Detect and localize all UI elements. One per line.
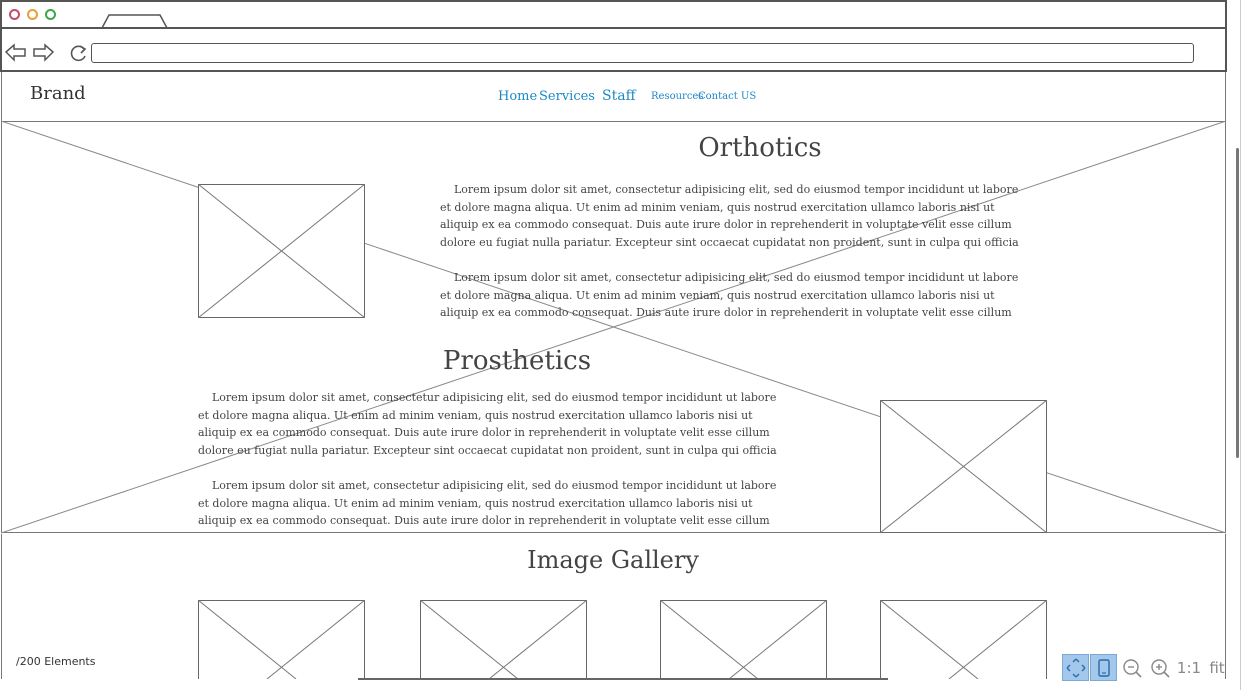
browser-titlebar xyxy=(0,0,1227,28)
expand-icon[interactable] xyxy=(1062,654,1089,681)
prosthetics-image-placeholder xyxy=(880,400,1047,534)
gallery-image-4 xyxy=(880,600,1047,679)
prosthetics-title: Prosthetics xyxy=(442,346,592,376)
chrome-left-edge xyxy=(0,27,2,71)
device-icon[interactable] xyxy=(1090,654,1117,681)
orthotics-paragraph-2: Lorem ipsum dolor sit amet, consectetur … xyxy=(440,271,1019,319)
prosthetics-paragraph-2: Lorem ipsum dolor sit amet, consectetur … xyxy=(198,479,777,527)
prosthetics-paragraph-1: Lorem ipsum dolor sit amet, consectetur … xyxy=(198,391,777,457)
status-strip xyxy=(0,679,1248,695)
orthotics-paragraph-1: Lorem ipsum dolor sit amet, consectetur … xyxy=(440,183,1019,249)
forward-arrow-icon[interactable] xyxy=(32,43,54,62)
panel-divider xyxy=(1240,0,1241,690)
reload-icon[interactable] xyxy=(69,43,89,63)
nav-link-home[interactable]: Home xyxy=(498,89,537,104)
minimize-window-icon[interactable] xyxy=(27,9,38,20)
nav-link-resources[interactable]: Resources xyxy=(651,91,703,102)
orthotics-image-placeholder xyxy=(198,184,365,318)
nav-link-staff[interactable]: Staff xyxy=(602,88,636,104)
gallery-image-2 xyxy=(420,600,587,679)
zoom-in-icon[interactable] xyxy=(1146,654,1173,681)
page-left-edge xyxy=(1,534,2,679)
zoom-fit-button[interactable]: fit xyxy=(1204,654,1230,681)
chrome-right-edge xyxy=(1225,27,1227,71)
orthotics-title: Orthotics xyxy=(698,133,822,163)
nav-link-contact[interactable]: Contact US xyxy=(698,91,756,102)
gallery-title: Image Gallery xyxy=(527,546,699,574)
chrome-divider xyxy=(0,27,1227,29)
vertical-scrollbar[interactable] xyxy=(1236,148,1239,458)
element-count: /200 Elements xyxy=(16,655,96,668)
nav-link-services[interactable]: Services xyxy=(539,89,595,104)
address-bar[interactable] xyxy=(91,43,1194,63)
maximize-window-icon[interactable] xyxy=(45,9,56,20)
brand-logo[interactable]: Brand xyxy=(30,83,86,104)
close-window-icon[interactable] xyxy=(9,9,20,20)
zoom-actual-size-button[interactable]: 1:1 xyxy=(1174,654,1204,681)
horizontal-scrollbar[interactable] xyxy=(358,678,888,680)
gallery-image-1 xyxy=(198,600,365,679)
back-arrow-icon[interactable] xyxy=(5,43,27,62)
gallery-image-3 xyxy=(660,600,827,679)
zoom-out-icon[interactable] xyxy=(1118,654,1145,681)
